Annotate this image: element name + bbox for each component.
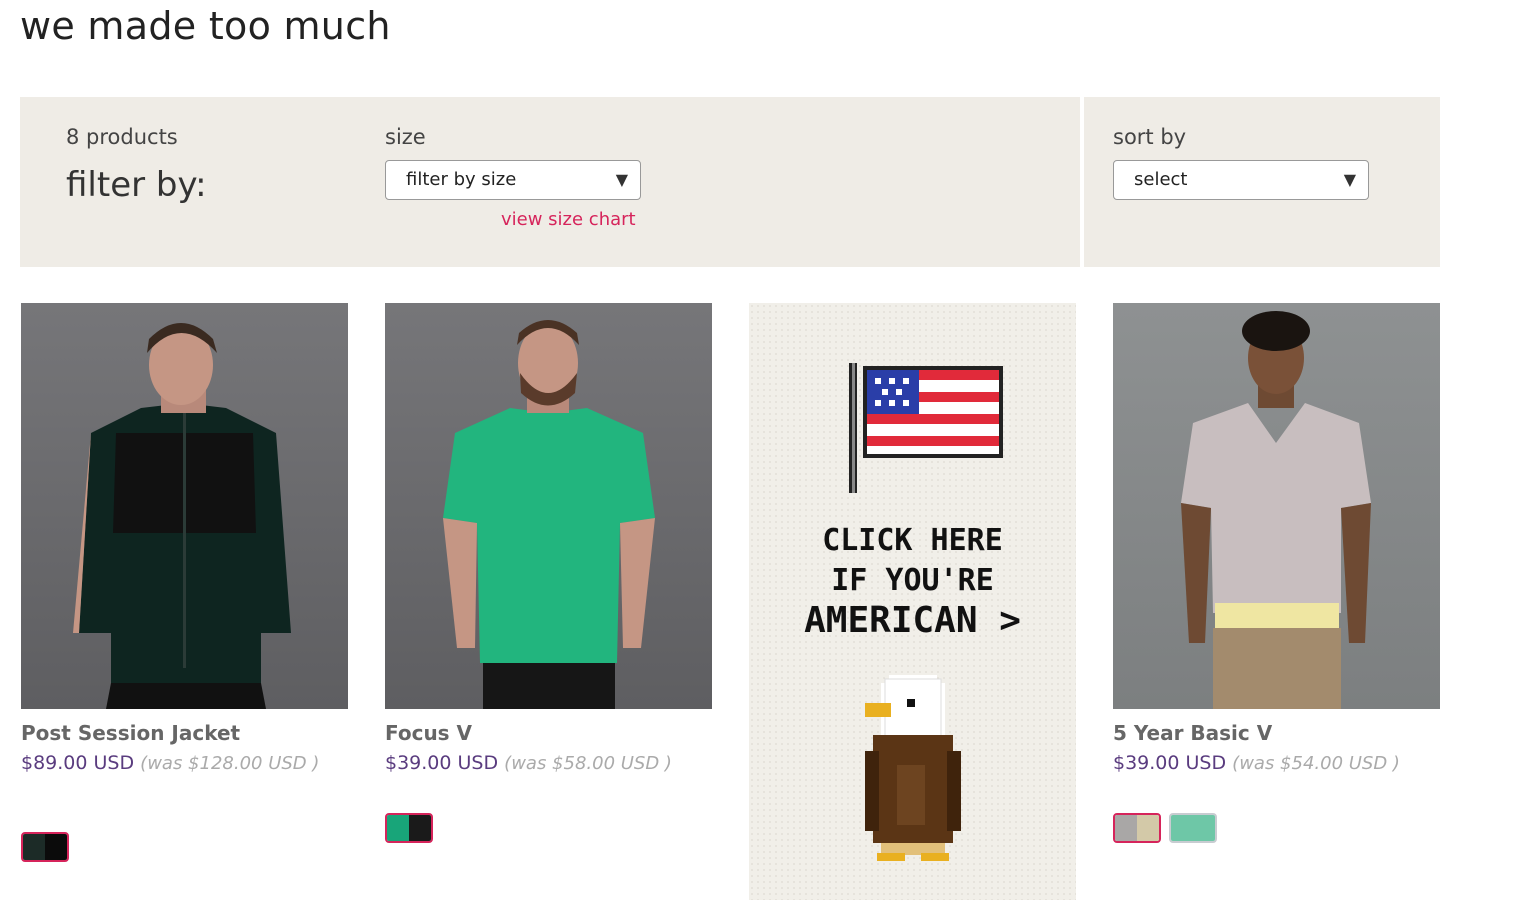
product-was-price: (was $128.00 USD ) [140,753,320,774]
model-vneck-image [1181,311,1371,709]
product-image[interactable] [21,303,348,709]
product-price: $89.00 USD [21,752,135,774]
american-flag-icon [849,363,1003,493]
size-select[interactable]: filter by size ▼ [385,160,641,200]
product-image[interactable] [385,303,712,709]
chevron-down-icon: ▼ [1343,170,1356,189]
promo-line-3: AMERICAN > [804,600,1021,641]
product-was-price: (was $58.00 USD ) [504,753,672,774]
size-label: size [385,125,426,149]
promo-text: CLICK HERE IF YOU'RE AMERICAN > [749,521,1076,641]
product-name[interactable]: 5 Year Basic V [1113,721,1440,745]
product-price-line: $39.00 USD (was $54.00 USD ) [1113,751,1440,776]
product-card-post-session-jacket: Post Session Jacket $89.00 USD (was $128… [21,303,348,776]
color-swatch[interactable] [21,832,69,862]
page-title: we made too much [20,4,391,48]
color-swatches [1113,813,1217,843]
color-swatch[interactable] [1113,813,1161,843]
product-card-focus-v: Focus V $39.00 USD (was $58.00 USD ) [385,303,712,776]
product-price-line: $39.00 USD (was $58.00 USD ) [385,751,712,776]
color-swatch[interactable] [1169,813,1217,843]
view-size-chart-link[interactable]: view size chart [501,209,636,230]
product-was-price: (was $54.00 USD ) [1232,753,1400,774]
color-swatch[interactable] [385,813,433,843]
product-price-line: $89.00 USD (was $128.00 USD ) [21,751,348,776]
product-name[interactable]: Post Session Jacket [21,721,348,745]
color-swatches [21,832,69,862]
chevron-down-icon: ▼ [615,170,628,189]
filter-bar: 8 products filter by: size filter by siz… [20,97,1440,267]
filter-by-label: filter by: [66,165,207,205]
product-card-5-year-basic-v: 5 Year Basic V $39.00 USD (was $54.00 US… [1113,303,1440,776]
american-promo-banner[interactable]: CLICK HERE IF YOU'RE AMERICAN > [749,303,1076,900]
model-tshirt-image [443,320,655,709]
sort-select[interactable]: select ▼ [1113,160,1369,200]
size-select-value: filter by size [406,169,517,190]
product-price: $39.00 USD [385,752,499,774]
product-image[interactable] [1113,303,1440,709]
product-name[interactable]: Focus V [385,721,712,745]
eagle-icon [865,675,961,861]
product-price: $39.00 USD [1113,752,1227,774]
sort-panel: sort by select ▼ [1084,97,1440,267]
model-jacket-image [73,323,291,709]
product-count: 8 products [66,125,178,149]
sort-label: sort by [1113,125,1187,149]
promo-line-2: IF YOU'RE [831,563,994,598]
color-swatches [385,813,433,843]
filter-panel: 8 products filter by: size filter by siz… [20,97,1080,267]
promo-line-1: CLICK HERE [822,523,1003,558]
sort-select-value: select [1134,169,1188,190]
